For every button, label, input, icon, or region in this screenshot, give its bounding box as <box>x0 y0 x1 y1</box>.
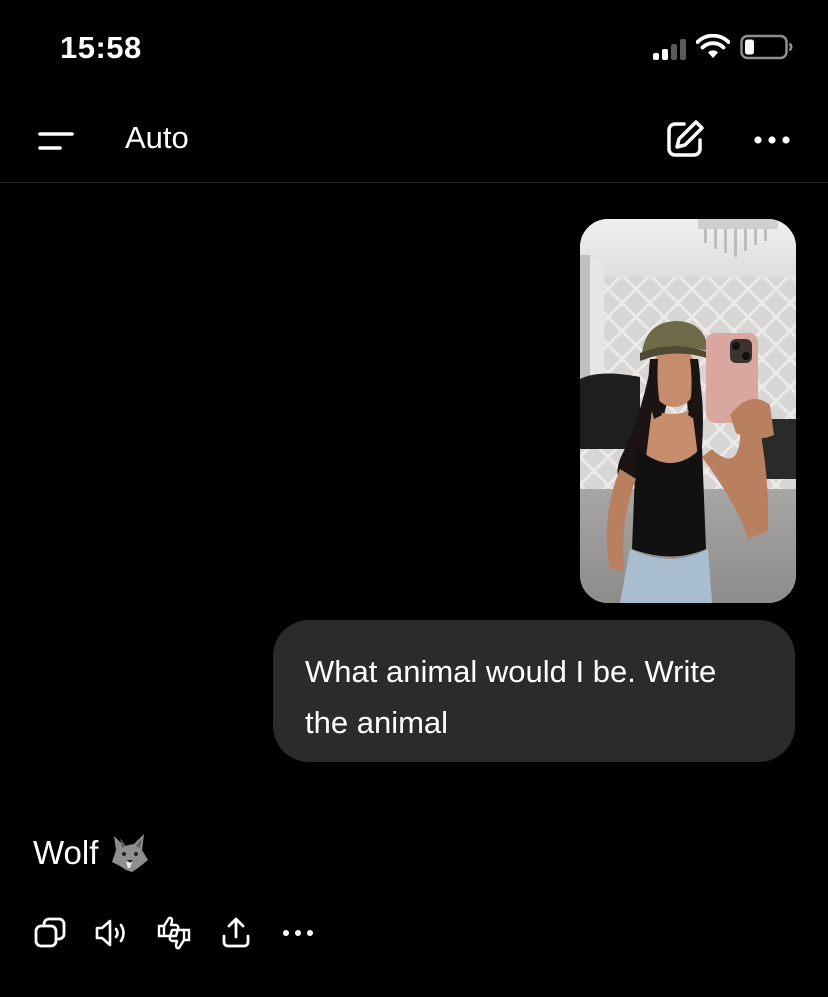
wifi-icon <box>695 33 731 65</box>
user-message-bubble: What animal would I be. Write the animal <box>273 620 795 762</box>
user-photo-attachment[interactable] <box>580 219 796 603</box>
photo-illustration <box>580 219 796 603</box>
message-more-button[interactable] <box>278 913 318 953</box>
thumbs-icon <box>155 914 193 952</box>
header-more-button[interactable] <box>748 118 796 158</box>
compose-icon <box>662 120 708 166</box>
read-aloud-button[interactable] <box>92 913 132 953</box>
cellular-signal-icon <box>653 38 686 60</box>
rate-button[interactable] <box>154 913 194 953</box>
copy-button[interactable] <box>30 913 70 953</box>
share-icon <box>219 916 253 950</box>
share-button[interactable] <box>216 913 256 953</box>
menu-icon <box>32 132 76 166</box>
status-time: 15:58 <box>60 30 142 65</box>
more-horizontal-icon <box>748 136 796 162</box>
assistant-message-text: Wolf <box>33 834 99 871</box>
chat-header: Auto <box>0 96 828 183</box>
more-horizontal-icon <box>280 916 316 950</box>
chat-screen: 15:58 Auto What animal would I be. Write… <box>0 0 828 997</box>
assistant-message: Wolf <box>33 832 150 874</box>
battery-icon <box>740 34 794 65</box>
status-bar: 15:58 <box>0 0 828 96</box>
speaker-icon <box>93 916 131 950</box>
wolf-icon <box>108 832 150 874</box>
status-icons <box>653 33 794 65</box>
model-selector[interactable]: Auto <box>125 120 189 156</box>
new-chat-button[interactable] <box>662 116 708 162</box>
sidebar-menu-button[interactable] <box>32 118 76 162</box>
message-action-bar <box>30 910 340 956</box>
copy-icon <box>33 916 67 950</box>
